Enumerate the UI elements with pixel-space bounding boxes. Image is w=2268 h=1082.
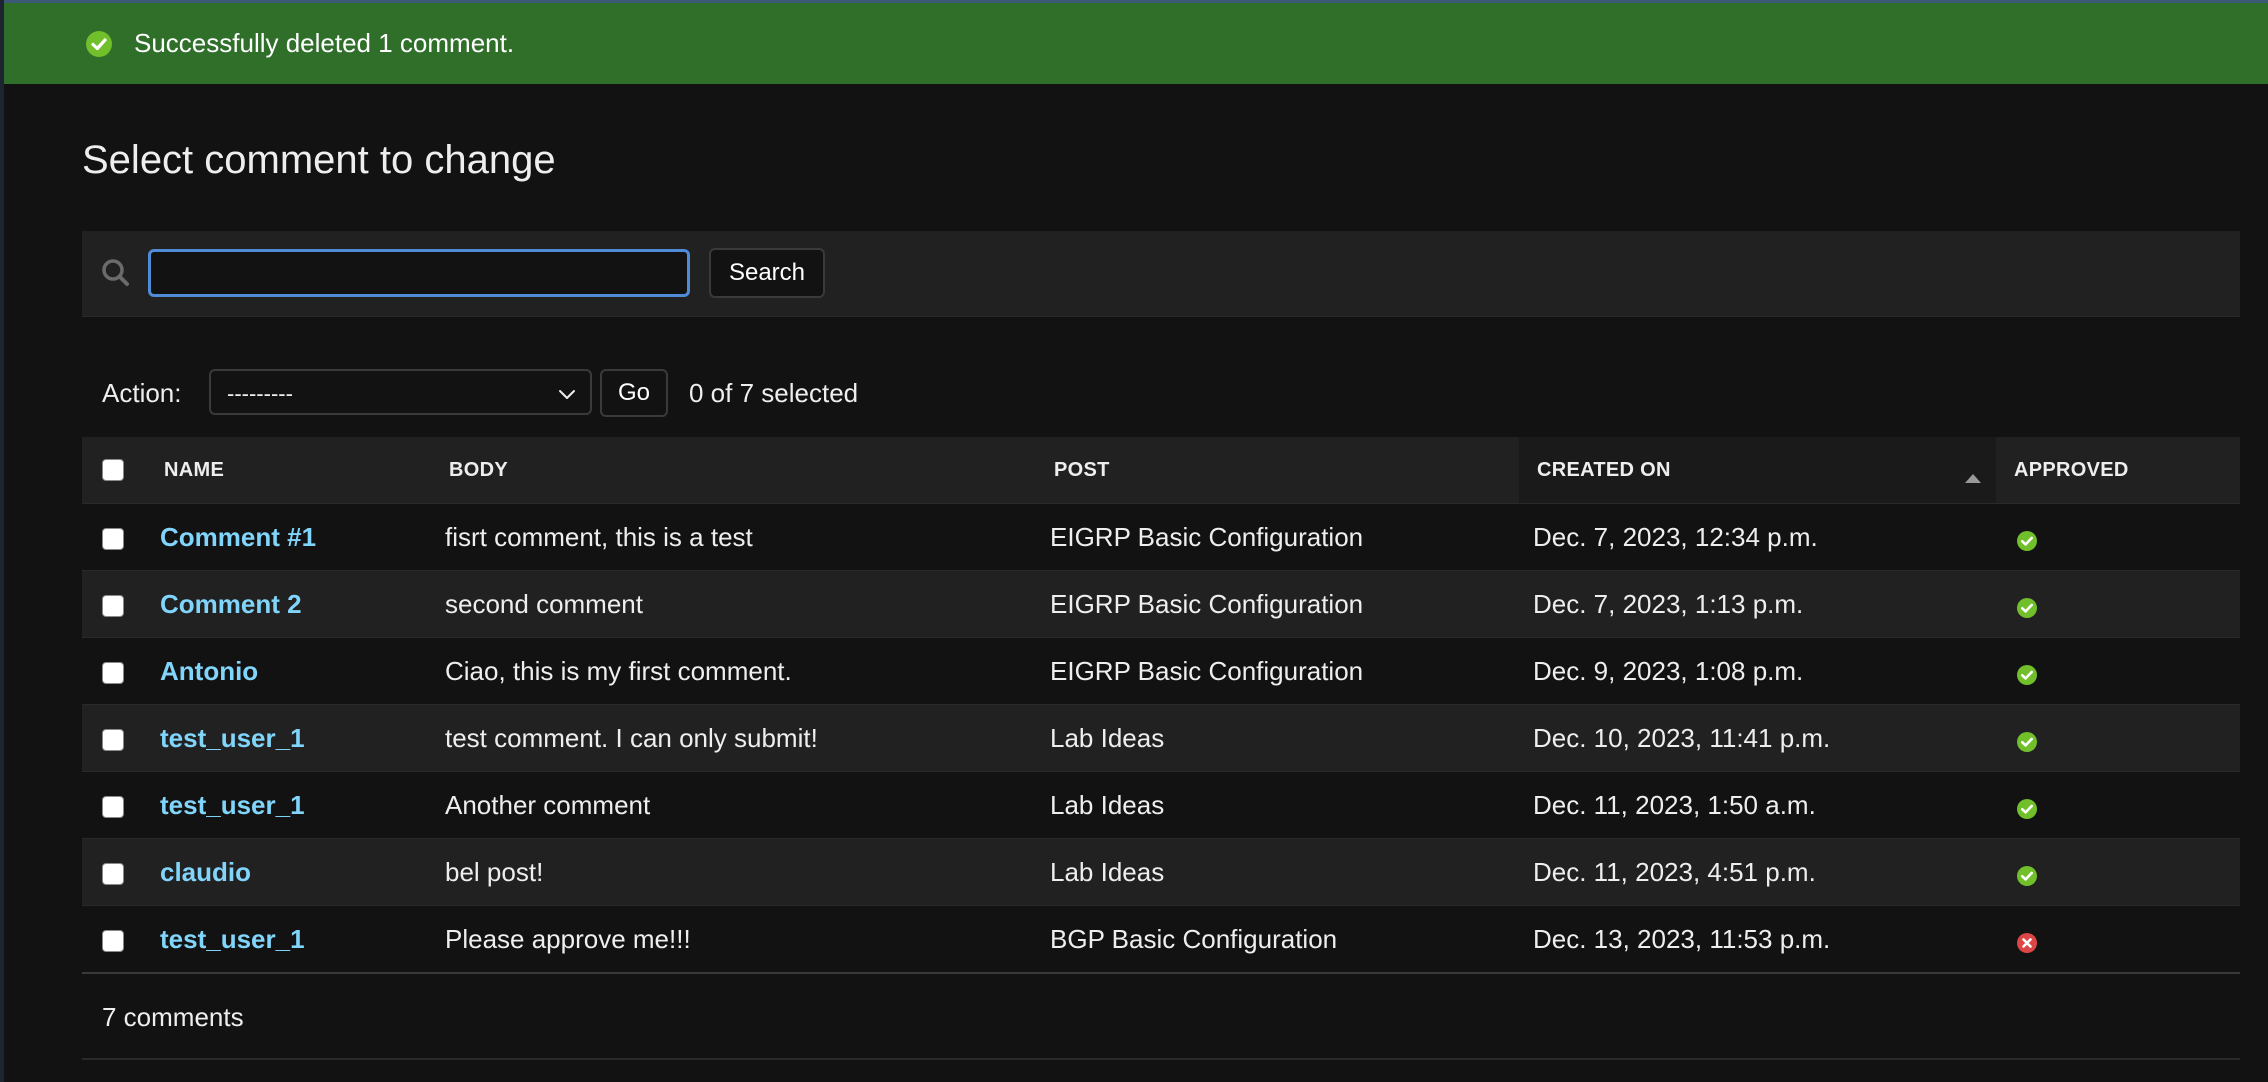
select-all-checkbox[interactable] <box>102 459 124 482</box>
search-input[interactable] <box>148 249 690 297</box>
row-select-checkbox[interactable] <box>102 594 124 617</box>
success-message: Successfully deleted 1 comment. <box>4 0 2268 84</box>
name-cell: Comment 2 <box>146 570 431 638</box>
created-on-cell: Dec. 9, 2023, 1:08 p.m. <box>1519 637 1996 705</box>
approved-cell <box>1996 905 2240 974</box>
row-select-checkbox[interactable] <box>102 728 124 751</box>
created-on-cell: Dec. 11, 2023, 1:50 a.m. <box>1519 771 1996 839</box>
sort-ascending-icon[interactable] <box>1964 467 1982 483</box>
column-header-created-on[interactable]: Created on <box>1519 437 1996 504</box>
post-cell: Lab Ideas <box>1036 704 1519 772</box>
created-on-cell: Dec. 7, 2023, 12:34 p.m. <box>1519 503 1996 571</box>
body-cell: bel post! <box>431 838 1036 906</box>
comment-name-link[interactable]: Comment 2 <box>146 589 302 619</box>
column-header-post[interactable]: Post <box>1036 437 1519 504</box>
body-cell: Another comment <box>431 771 1036 839</box>
comment-name-link[interactable]: test_user_1 <box>146 924 305 954</box>
table-row: claudio bel post! Lab Ideas Dec. 11, 2023, … <box>82 838 2240 906</box>
approved-cell <box>1996 570 2240 638</box>
action-select[interactable]: --------- <box>209 369 592 415</box>
row-select-cell <box>82 905 146 974</box>
comments-table: Name Body Post Created on Approved Comme… <box>82 437 2240 974</box>
message-text: Successfully deleted 1 comment. <box>134 28 515 58</box>
comment-name-link[interactable]: claudio <box>146 857 251 887</box>
body-cell: test comment. I can only submit! <box>431 704 1036 772</box>
row-select-cell <box>82 570 146 638</box>
row-select-checkbox[interactable] <box>102 795 124 818</box>
approved-check-icon <box>2016 595 2038 618</box>
check-circle-icon <box>84 29 114 59</box>
body-cell: fisrt comment, this is a test <box>431 503 1036 571</box>
row-select-cell <box>82 771 146 839</box>
name-cell: test_user_1 <box>146 771 431 839</box>
row-select-checkbox[interactable] <box>102 527 124 550</box>
approved-cell <box>1996 771 2240 839</box>
column-header-body[interactable]: Body <box>431 437 1036 504</box>
chevron-down-icon <box>556 383 578 405</box>
body-cell: Ciao, this is my first comment. <box>431 637 1036 705</box>
row-select-cell <box>82 637 146 705</box>
post-cell: EIGRP Basic Configuration <box>1036 503 1519 571</box>
comment-name-link[interactable]: Antonio <box>146 656 258 686</box>
name-cell: test_user_1 <box>146 704 431 772</box>
table-body: Comment #1 fisrt comment, this is a test E… <box>82 503 2240 974</box>
table-row: test_user_1 Please approve me!!! BGP Basic… <box>82 905 2240 974</box>
approved-check-icon <box>2016 662 2038 685</box>
comment-name-link[interactable]: test_user_1 <box>146 723 305 753</box>
row-select-cell <box>82 838 146 906</box>
comment-name-link[interactable]: test_user_1 <box>146 790 305 820</box>
table-row: test_user_1 test comment. I can only subm… <box>82 704 2240 772</box>
approved-check-icon <box>2016 729 2038 752</box>
search-toolbar: Search <box>82 231 2240 317</box>
post-cell: EIGRP Basic Configuration <box>1036 570 1519 638</box>
actions-bar: Action: --------- Go 0 of 7 selected <box>82 366 2240 420</box>
post-cell: Lab Ideas <box>1036 838 1519 906</box>
created-on-cell: Dec. 11, 2023, 4:51 p.m. <box>1519 838 1996 906</box>
selection-counter: 0 of 7 selected <box>689 378 859 408</box>
created-on-cell: Dec. 7, 2023, 1:13 p.m. <box>1519 570 1996 638</box>
action-label: Action: <box>102 378 182 408</box>
post-cell: EIGRP Basic Configuration <box>1036 637 1519 705</box>
post-cell: Lab Ideas <box>1036 771 1519 839</box>
search-icon <box>100 257 132 289</box>
result-count: 7 comments <box>102 1002 244 1032</box>
column-header-approved[interactable]: Approved <box>1996 437 2240 504</box>
approved-cell <box>1996 838 2240 906</box>
not-approved-x-icon <box>2016 930 2038 953</box>
row-select-checkbox[interactable] <box>102 929 124 952</box>
comment-name-link[interactable]: Comment #1 <box>146 522 316 552</box>
search-button[interactable]: Search <box>709 248 825 298</box>
select-all-header <box>82 437 146 504</box>
body-cell: second comment <box>431 570 1036 638</box>
table-header-row: Name Body Post Created on Approved <box>82 437 2240 504</box>
approved-check-icon <box>2016 796 2038 819</box>
approved-check-icon <box>2016 528 2038 551</box>
post-cell: BGP Basic Configuration <box>1036 905 1519 974</box>
name-cell: test_user_1 <box>146 905 431 974</box>
table-row: Antonio Ciao, this is my first comment. EI… <box>82 637 2240 705</box>
row-select-cell <box>82 704 146 772</box>
table-row: Comment #1 fisrt comment, this is a test E… <box>82 503 2240 571</box>
go-button[interactable]: Go <box>600 369 668 417</box>
table-row: test_user_1 Another comment Lab Ideas Dec. … <box>82 771 2240 839</box>
row-select-cell <box>82 503 146 571</box>
row-select-checkbox[interactable] <box>102 661 124 684</box>
approved-cell <box>1996 503 2240 571</box>
name-cell: claudio <box>146 838 431 906</box>
created-on-cell: Dec. 13, 2023, 11:53 p.m. <box>1519 905 1996 974</box>
action-select-value: --------- <box>227 381 293 406</box>
table-row: Comment 2 second comment EIGRP Basic Confi… <box>82 570 2240 638</box>
created-on-cell: Dec. 10, 2023, 11:41 p.m. <box>1519 704 1996 772</box>
body-cell: Please approve me!!! <box>431 905 1036 974</box>
page-title: Select comment to change <box>82 138 556 182</box>
name-cell: Comment #1 <box>146 503 431 571</box>
name-cell: Antonio <box>146 637 431 705</box>
approved-cell <box>1996 704 2240 772</box>
paginator: 7 comments <box>82 975 2240 1060</box>
window-edge <box>0 0 4 1082</box>
row-select-checkbox[interactable] <box>102 862 124 885</box>
approved-check-icon <box>2016 863 2038 886</box>
approved-cell <box>1996 637 2240 705</box>
column-header-name[interactable]: Name <box>146 437 431 504</box>
